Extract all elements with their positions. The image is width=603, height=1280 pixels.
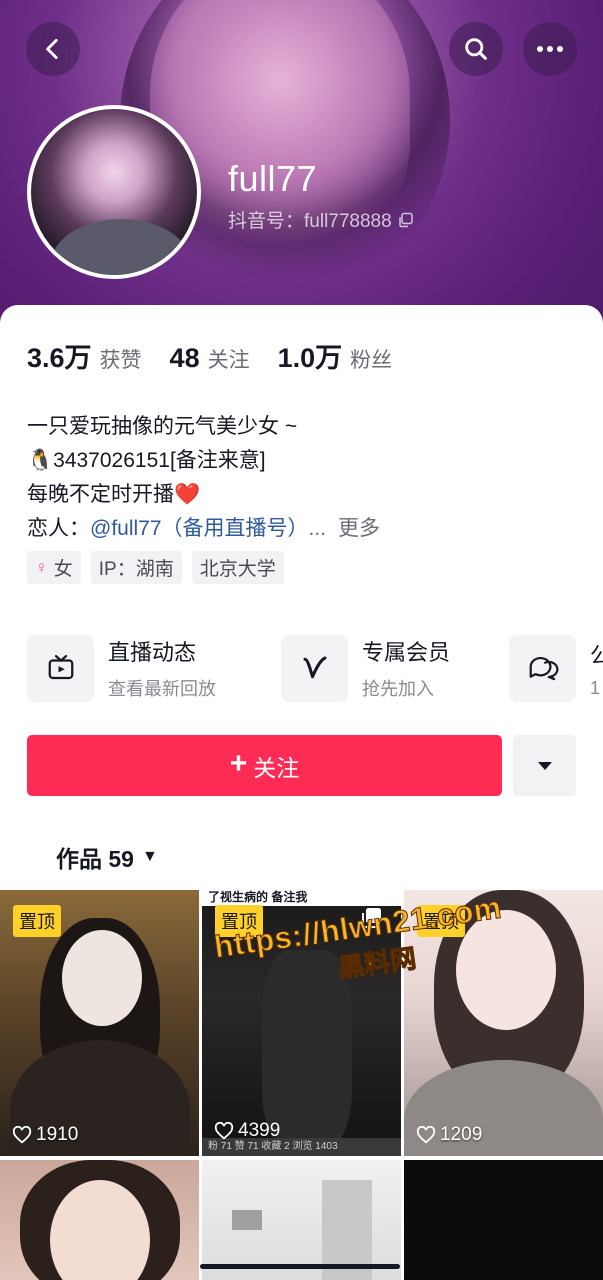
tag-ip-location: IP：湖南 xyxy=(90,551,182,584)
female-icon: ♀ xyxy=(35,557,48,577)
feature-chat-subtitle: 1 xyxy=(590,677,601,698)
bio-more-link[interactable]: 更多 xyxy=(338,517,380,540)
bio-line-3: 每晚不定时开播❤️ xyxy=(27,483,201,506)
feature-chat-title: 公 xyxy=(590,642,603,668)
like-count-value: 1209 xyxy=(440,1124,483,1145)
feature-chat-icon-box xyxy=(509,634,576,702)
profile-header-background: full77 抖音号：full778888 xyxy=(0,0,603,340)
douyin-id[interactable]: 抖音号：full778888 xyxy=(228,206,414,233)
stat-likes-label: 获赞 xyxy=(99,349,142,372)
profile-avatar[interactable] xyxy=(27,105,201,279)
stat-following-label: 关注 xyxy=(207,349,250,372)
stat-followers-label: 粉丝 xyxy=(350,349,393,372)
profile-tags: ♀ 女 IP：湖南 北京大学 xyxy=(27,551,284,584)
search-icon xyxy=(465,38,487,60)
video-like-count: 4399 xyxy=(214,1120,280,1142)
profile-stats: 3.6万 获赞 48 关注 1.0万 粉丝 xyxy=(27,336,392,375)
tag-gender: ♀ 女 xyxy=(27,551,81,584)
bio-line-4: 恋人：@full77（备用直播号）... 更多 xyxy=(27,512,587,546)
heart-icon xyxy=(214,1122,234,1140)
video-thumbnail[interactable]: 置顶 1910 xyxy=(0,890,199,1156)
feature-group-chat[interactable]: 公 1 xyxy=(509,634,603,702)
lover-account-link[interactable]: @full77（备用直播号） xyxy=(90,517,309,540)
tv-icon xyxy=(48,655,73,680)
profile-username: full77 xyxy=(228,158,318,199)
tag-school[interactable]: 北京大学 xyxy=(191,551,284,584)
heart-icon xyxy=(12,1126,32,1144)
thumbnail-caption-strip: 了视生病的 备注我 xyxy=(202,890,401,906)
bio-line-2: 🐧3437026151[备注来意] xyxy=(27,449,266,472)
works-tab-label: 作品 59 xyxy=(56,846,134,872)
tag-gender-label: 女 xyxy=(53,559,73,580)
stat-likes-value: 3.6万 xyxy=(27,343,92,373)
avatar-figure xyxy=(51,219,191,275)
stat-following-value: 48 xyxy=(169,343,200,373)
caret-down-icon xyxy=(537,761,552,770)
video-like-count: 1209 xyxy=(416,1124,482,1146)
feature-live-icon-box xyxy=(27,634,94,702)
more-dots-icon xyxy=(537,46,563,52)
stat-followers-value: 1.0万 xyxy=(277,343,343,373)
lover-label: 恋人： xyxy=(27,517,90,540)
feature-entries: 直播动态 查看最新回放 专属会员 抢先加入 公 1 xyxy=(27,634,603,704)
pinned-badge: 置顶 xyxy=(13,905,61,937)
v-icon xyxy=(303,656,326,679)
recommend-dropdown-button[interactable] xyxy=(513,735,576,796)
feature-membership-title: 专属会员 xyxy=(362,640,451,665)
bio-line-1: 一只爱玩抽像的元气美少女 ~ xyxy=(27,415,298,438)
more-options-button[interactable] xyxy=(523,22,577,76)
tab-works[interactable]: 作品 59 ▼ xyxy=(56,840,158,874)
like-count-value: 4399 xyxy=(238,1120,281,1141)
tag-school-label: 北京大学 xyxy=(199,559,276,580)
video-like-count: 1910 xyxy=(12,1124,78,1146)
feature-membership[interactable]: 专属会员 抢先加入 xyxy=(281,634,450,702)
feature-membership-icon-box xyxy=(281,634,348,702)
chat-bubble-icon xyxy=(529,656,558,681)
thumbnail-figure xyxy=(62,930,142,1026)
feature-membership-subtitle: 抢先加入 xyxy=(362,679,434,699)
caret-down-icon: ▼ xyxy=(141,848,158,865)
follow-button-label: 关注 xyxy=(253,754,300,781)
douyin-id-text: 抖音号：full778888 xyxy=(228,211,392,232)
video-thumbnail[interactable] xyxy=(0,1160,199,1280)
profile-bio: 一只爱玩抽像的元气美少女 ~ 🐧3437026151[备注来意] 每晚不定时开播… xyxy=(27,410,587,546)
plus-icon: + xyxy=(229,747,248,780)
feature-live-updates[interactable]: 直播动态 查看最新回放 xyxy=(27,634,216,702)
chevron-left-icon xyxy=(46,38,58,60)
copy-icon[interactable] xyxy=(398,212,414,228)
feature-live-subtitle: 查看最新回放 xyxy=(108,679,216,699)
search-button[interactable] xyxy=(449,22,503,76)
stat-likes[interactable]: 3.6万 获赞 xyxy=(27,336,142,375)
tag-ip-label: IP：湖南 xyxy=(98,559,174,580)
video-thumbnail[interactable] xyxy=(404,1160,603,1280)
bio-ellipsis: ... xyxy=(308,517,327,540)
back-button[interactable] xyxy=(26,22,80,76)
video-thumbnail[interactable] xyxy=(202,1160,401,1280)
stat-following[interactable]: 48 关注 xyxy=(170,343,250,374)
stat-followers[interactable]: 1.0万 粉丝 xyxy=(278,336,393,375)
like-count-value: 1910 xyxy=(36,1124,79,1145)
follow-button[interactable]: + 关注 xyxy=(27,735,502,796)
heart-icon xyxy=(416,1126,436,1144)
thumbnail-figure xyxy=(232,1210,262,1230)
home-indicator[interactable] xyxy=(200,1264,400,1269)
feature-live-title: 直播动态 xyxy=(108,640,197,665)
